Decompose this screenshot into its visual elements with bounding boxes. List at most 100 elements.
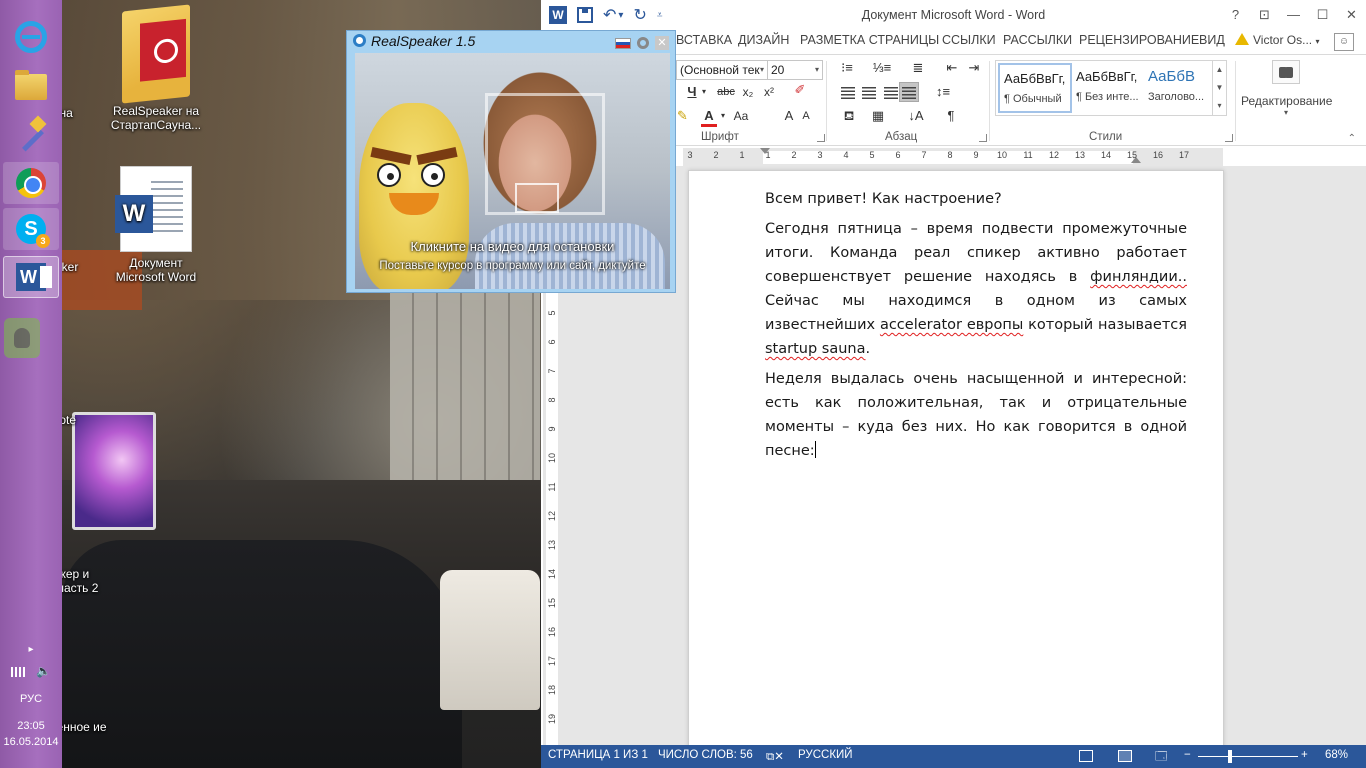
multilevel-list-icon[interactable]: ≣ [907, 59, 929, 79]
chevron-down-icon[interactable]: ▾ [718, 107, 728, 127]
document-body[interactable]: Всем привет! Как настроение? Сегодня пят… [765, 187, 1187, 469]
paragraph-week[interactable]: Неделя выдалась очень насыщенной и интер… [765, 367, 1187, 463]
bullets-icon[interactable]: ⁝≡ [836, 59, 858, 79]
spelling-error[interactable]: accelerator европы [880, 317, 1023, 333]
more-styles-icon[interactable]: ▾ [1213, 97, 1226, 115]
taskbar-internet-explorer[interactable] [3, 16, 59, 58]
chevron-down-icon[interactable]: ▼ [1213, 79, 1226, 97]
sort-icon[interactable]: ↓A [905, 107, 927, 127]
styles-scroll[interactable]: ▲ ▼ ▾ [1212, 61, 1226, 115]
smiley-feedback-icon[interactable]: ☺ [1334, 33, 1354, 51]
taskbar-word[interactable]: W [3, 256, 59, 298]
ribbon-display-options-button[interactable]: ⊡ [1250, 0, 1279, 30]
desktop-icon-word-document[interactable]: W Документ Microsoft Word [106, 166, 206, 284]
network-icon[interactable] [10, 667, 25, 678]
superscript-button[interactable]: x² [760, 83, 778, 103]
taskbar-skype[interactable]: S 3 [3, 208, 59, 250]
chevron-up-icon[interactable]: ▲ [1213, 61, 1226, 79]
document-page[interactable]: Всем привет! Как настроение? Сегодня пят… [688, 170, 1224, 745]
subscript-button[interactable]: x₂ [739, 83, 757, 103]
text-cursor [814, 441, 816, 458]
close-button[interactable]: ✕ [1337, 0, 1366, 30]
taskbar-file-explorer[interactable] [3, 66, 59, 108]
realspeaker-window[interactable]: RealSpeaker 1.5 ✕ Кликните на видео для … [346, 30, 676, 293]
taskbar-chrome[interactable] [3, 162, 59, 204]
taskbar: S 3 W ▸ 🔈 РУС 23:05 16.05.2014 [0, 0, 62, 768]
help-button[interactable]: ? [1221, 0, 1250, 30]
zoom-out-button[interactable]: − [1184, 749, 1191, 761]
user-account[interactable]: Victor Os... ▾ [1235, 33, 1320, 47]
ruler-number: 16 [547, 627, 557, 638]
close-icon[interactable]: ✕ [655, 36, 669, 50]
align-left-icon[interactable] [839, 83, 857, 103]
taskbar-tool[interactable] [3, 112, 59, 154]
decrease-indent-icon[interactable]: ⇤ [943, 59, 961, 79]
styles-dialog-launcher[interactable] [1225, 134, 1233, 142]
taskbar-evernote[interactable] [4, 318, 40, 358]
align-right-icon[interactable] [882, 83, 900, 103]
russian-flag-icon[interactable] [615, 37, 631, 49]
clock-time[interactable]: 23:05 [0, 718, 62, 734]
font-dialog-launcher[interactable] [817, 134, 825, 142]
highlight-icon[interactable]: ✎ [677, 107, 688, 127]
paragraph-dialog-launcher[interactable] [979, 134, 987, 142]
spelling-error[interactable]: startup sauna [765, 341, 865, 357]
tab-layout[interactable]: РАЗМЕТКА СТРАНИЦЫ [800, 33, 939, 47]
style-normal[interactable]: АаБбВвГг, ¶ Обычный [998, 63, 1072, 113]
underline-button[interactable]: Ч [685, 83, 699, 103]
zoom-slider-thumb[interactable] [1228, 750, 1232, 763]
editing-button[interactable]: Редактирование ▾ [1241, 60, 1332, 117]
web-layout-icon[interactable]: 🗔 [1155, 749, 1167, 768]
increase-indent-icon[interactable]: ⇥ [965, 59, 983, 79]
font-name-combo[interactable]: (Основной тек ▾ [676, 60, 768, 80]
document-area[interactable]: Всем привет! Как настроение? Сегодня пят… [561, 166, 1366, 745]
print-layout-icon[interactable] [1118, 750, 1132, 762]
tab-view[interactable]: ВИД [1199, 33, 1225, 47]
paragraph-greeting[interactable]: Всем привет! Как настроение? [765, 187, 1187, 211]
status-page-count[interactable]: СТРАНИЦА 1 ИЗ 1 [548, 749, 648, 761]
show-formatting-marks-button[interactable]: ¶ [943, 107, 959, 127]
input-language[interactable]: РУС [0, 688, 62, 710]
shrink-font-button[interactable]: A [799, 107, 813, 127]
clear-formatting-icon[interactable]: ✐ [789, 81, 811, 101]
minimize-button[interactable]: — [1279, 0, 1308, 30]
tab-mailings[interactable]: РАССЫЛКИ [1003, 33, 1072, 47]
desktop-icon-realspeaker-folder[interactable]: RealSpeaker на СтартапСауна... [106, 4, 206, 132]
chrome-icon [16, 168, 46, 198]
maximize-button[interactable]: ☐ [1308, 0, 1337, 30]
style-no-spacing[interactable]: АаБбВвГг, ¶ Без инте... [1072, 63, 1146, 113]
style-heading[interactable]: АаБбВ Заголово... [1144, 63, 1218, 113]
tab-design[interactable]: ДИЗАЙН [738, 33, 789, 47]
tab-review[interactable]: РЕЦЕНЗИРОВАНИЕ [1079, 33, 1199, 47]
zoom-level[interactable]: 68% [1325, 749, 1348, 761]
horizontal-ruler[interactable]: 3 2 1 1 2 3 4 5 6 7 8 9 10 11 12 13 14 15 16 17 [683, 148, 1223, 166]
justify-icon[interactable] [899, 82, 919, 102]
read-mode-icon[interactable] [1079, 750, 1093, 762]
proofing-icon[interactable]: ⧉✕ [766, 749, 784, 764]
tray-overflow-icon[interactable]: ▸ [28, 644, 33, 655]
paragraph-intro[interactable]: Сегодня пятница – время подвести промежу… [765, 217, 1187, 361]
spelling-error[interactable]: финляндии.. [1090, 269, 1187, 285]
webcam-video[interactable]: Кликните на видео для остановки Поставьт… [355, 53, 670, 289]
volume-icon[interactable]: 🔈 [36, 660, 51, 682]
tab-insert[interactable]: ВСТАВКА [676, 33, 732, 47]
zoom-slider[interactable] [1198, 756, 1298, 757]
shading-icon[interactable]: ⛾ [837, 107, 861, 127]
line-spacing-icon[interactable]: ↕≡ [932, 83, 954, 103]
status-language[interactable]: РУССКИЙ [798, 749, 853, 761]
grow-font-button[interactable]: A [782, 107, 796, 127]
strikethrough-button[interactable]: abc [715, 83, 737, 103]
gear-icon[interactable] [637, 37, 649, 49]
borders-icon[interactable]: ▦ [866, 107, 890, 127]
zoom-in-button[interactable]: + [1301, 749, 1308, 761]
tab-references[interactable]: ССЫЛКИ [942, 33, 996, 47]
change-case-button[interactable]: Aa [731, 107, 751, 127]
align-center-icon[interactable] [860, 83, 878, 103]
collapse-ribbon-icon[interactable]: ⌃ [1348, 133, 1356, 144]
chevron-down-icon[interactable]: ▾ [699, 83, 709, 103]
font-color-button[interactable]: A [701, 107, 717, 127]
status-word-count[interactable]: ЧИСЛО СЛОВ: 56 [658, 749, 753, 761]
numbering-icon[interactable]: ⅓≡ [871, 59, 893, 79]
font-size-combo[interactable]: 20 ▾ [767, 60, 823, 80]
clock-date[interactable]: 16.05.2014 [0, 734, 62, 750]
